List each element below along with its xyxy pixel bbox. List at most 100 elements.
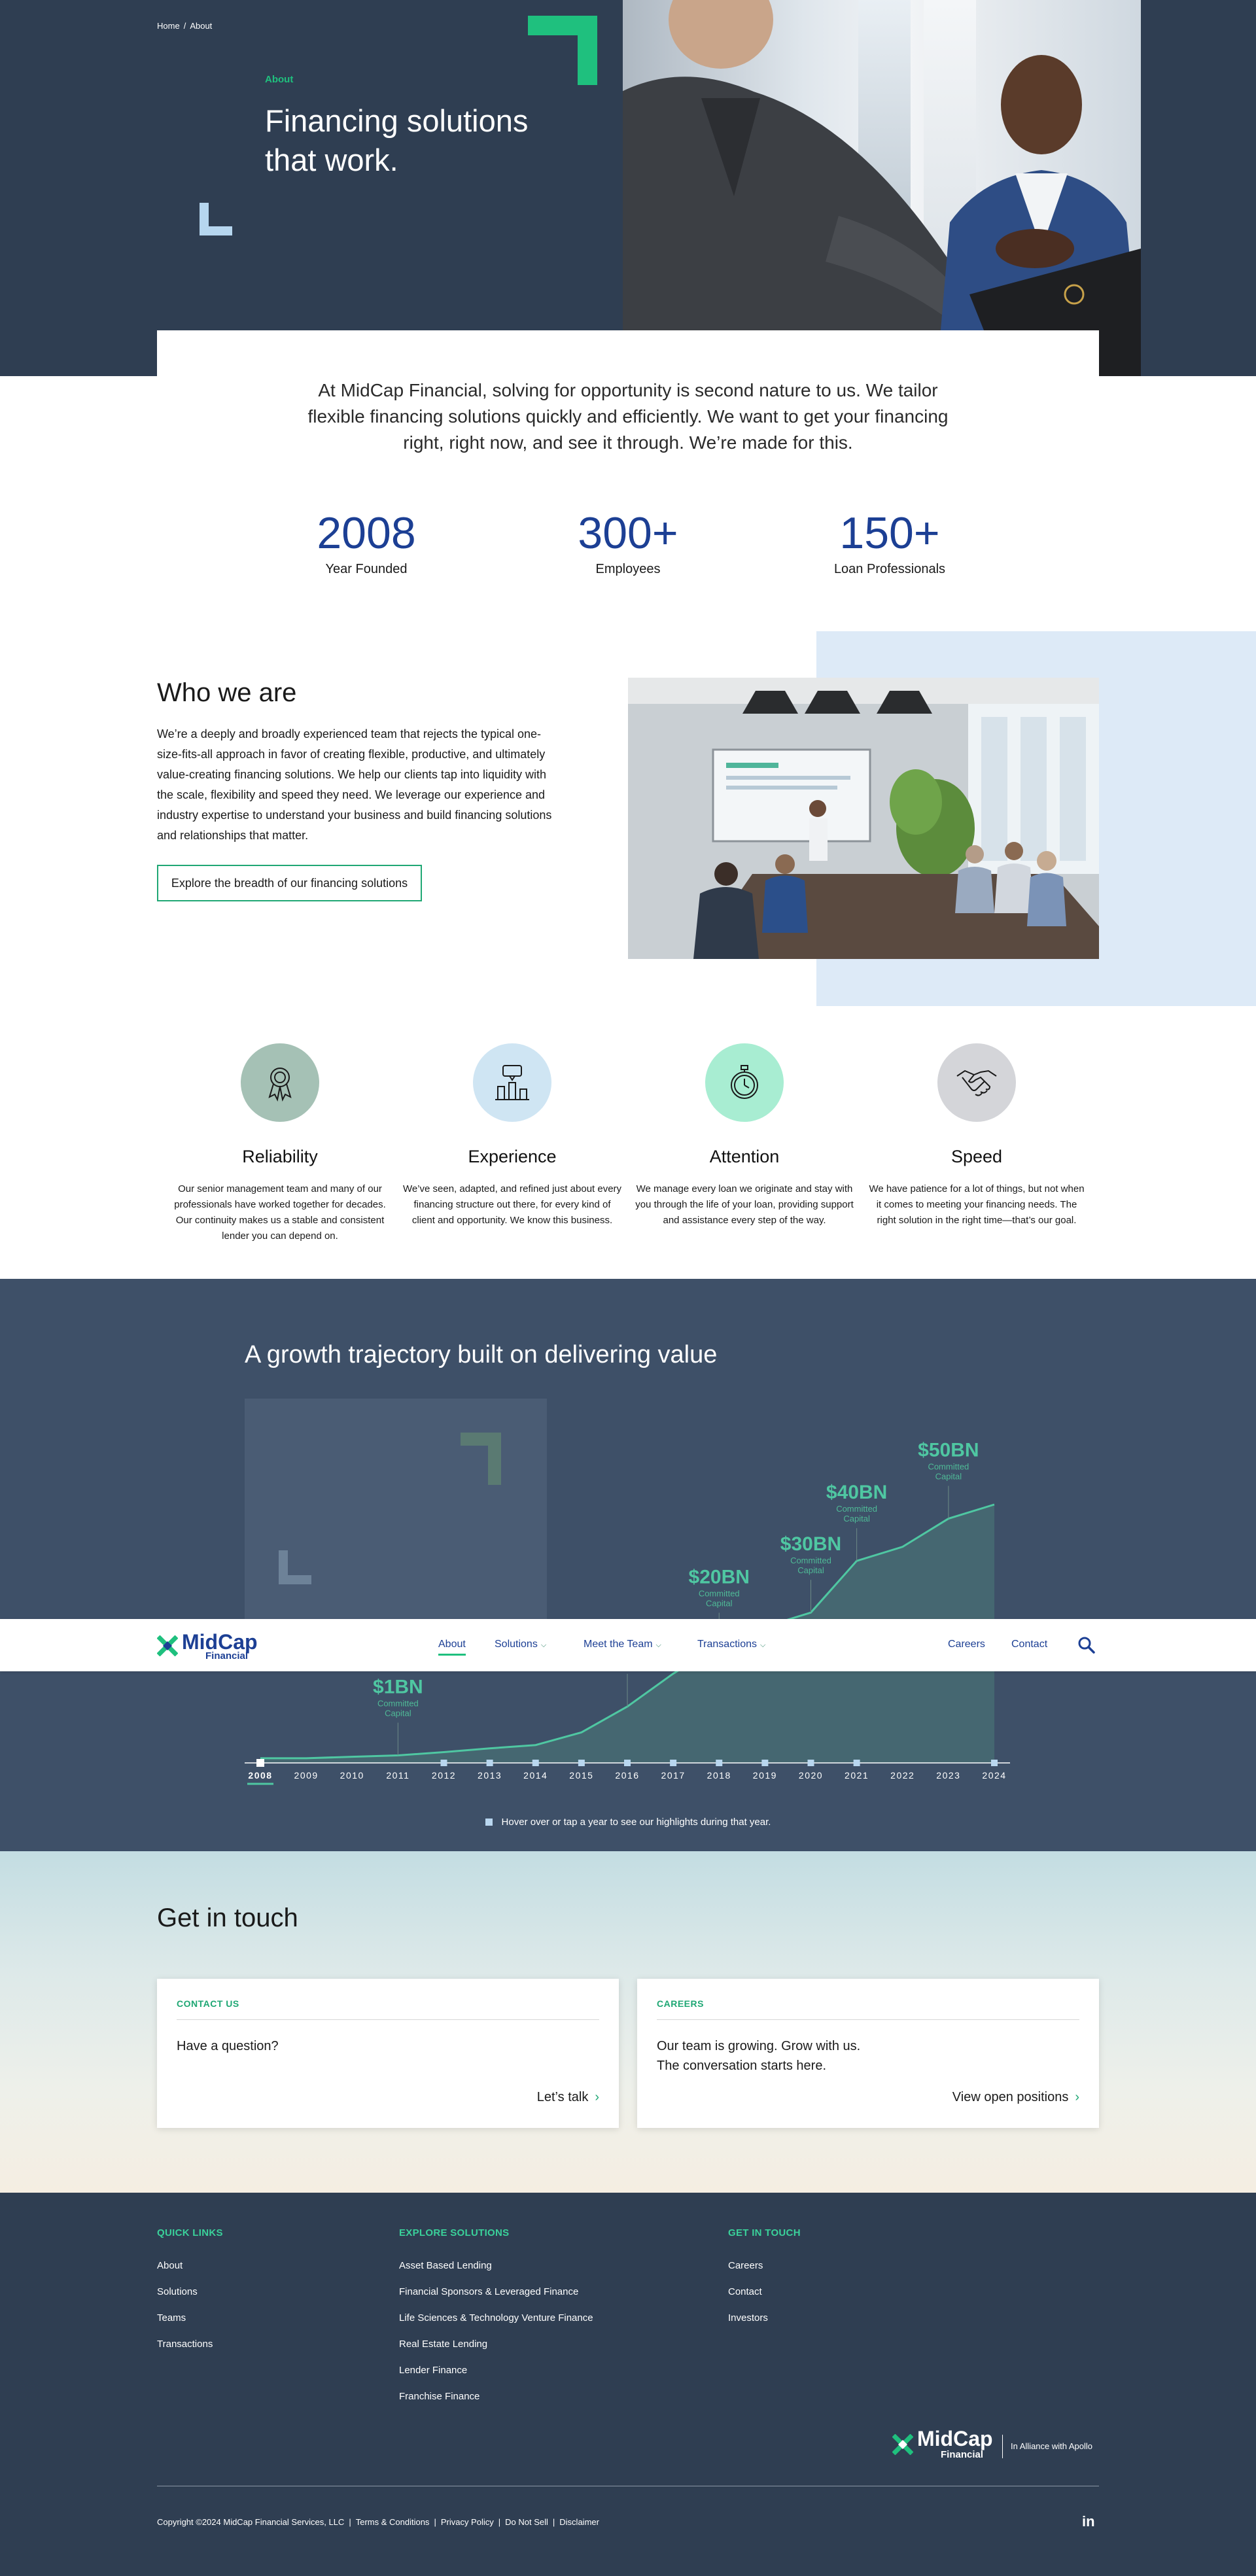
nav-item-contact[interactable]: Contact <box>1011 1639 1047 1650</box>
intro-paragraph: At MidCap Financial, solving for opportu… <box>307 380 949 453</box>
hero-photo-meeting <box>623 0 1141 376</box>
footer-link-franchise-finance[interactable]: Franchise Finance <box>399 2384 593 2410</box>
who-we-are-title: Who we are <box>157 678 297 707</box>
explore-solutions-button[interactable]: Explore the breadth of our financing sol… <box>157 865 422 901</box>
footer-link-lender-finance[interactable]: Lender Finance <box>399 2358 593 2384</box>
hero-section: Home / About About Financing solutions tha… <box>0 0 1256 376</box>
lets-talk-link[interactable]: Let’s talk › <box>537 2090 599 2105</box>
main-navigation: MidCap Financial About Solutions ⌵ Meet th… <box>0 1619 1256 1671</box>
footer-logo-name: MidCap <box>917 2427 993 2450</box>
handshake-icon <box>937 1043 1016 1122</box>
stat-value: 300+ <box>578 508 678 558</box>
nav-label: Transactions <box>697 1639 757 1650</box>
footer-heading: QUICK LINKS <box>157 2227 223 2238</box>
search-icon[interactable] <box>1077 1636 1096 1654</box>
footer-legal: Copyright ©2024 MidCap Financial Service… <box>157 2517 599 2527</box>
apollo-alliance-label: In Alliance with Apollo <box>1002 2435 1092 2458</box>
value-experience: Experience We’ve seen, adapted, and refi… <box>401 1043 623 1228</box>
chevron-down-icon: ⌵ <box>540 1641 547 1649</box>
footer-get-in-touch: GET IN TOUCH Careers Contact Investors <box>728 2227 801 2331</box>
breadcrumb-current: About <box>190 21 213 31</box>
view-open-positions-link[interactable]: View open positions › <box>952 2090 1079 2105</box>
stat-value: 2008 <box>317 508 416 558</box>
midcap-logo[interactable]: MidCap Financial <box>157 1629 258 1662</box>
footer-link-investors[interactable]: Investors <box>728 2305 801 2331</box>
privacy-link[interactable]: Privacy Policy <box>441 2517 494 2527</box>
breadcrumb-home[interactable]: Home <box>157 21 180 31</box>
footer-quick-links: QUICK LINKS About Solutions Teams Transa… <box>157 2227 223 2358</box>
growth-hint: Hover over or tap a year to see our high… <box>0 1817 1256 1828</box>
footer-heading: GET IN TOUCH <box>728 2227 801 2238</box>
footer-heading: EXPLORE SOLUTIONS <box>399 2227 510 2238</box>
contact-us-card: CONTACT US Have a question? Let’s talk › <box>157 1979 619 2128</box>
blue-corner-bracket-icon <box>200 203 232 235</box>
chevron-right-icon: › <box>1075 2090 1079 2104</box>
who-we-are-body: We’re a deeply and broadly experienced t… <box>157 727 552 842</box>
nav-label: Meet the Team <box>584 1639 653 1650</box>
nav-label: Solutions <box>495 1639 538 1650</box>
nav-item-transactions[interactable]: Transactions ⌵ <box>697 1639 765 1650</box>
value-description: We manage every loan we originate and st… <box>635 1183 854 1226</box>
nav-label: Contact <box>1011 1639 1048 1650</box>
hero-eyebrow: About <box>265 74 294 85</box>
nav-item-careers[interactable]: Careers <box>948 1639 985 1650</box>
stat-year-founded: 2008 Year Founded <box>268 507 464 577</box>
card-divider <box>177 2019 599 2020</box>
green-corner-bracket-icon <box>528 16 597 85</box>
disclaimer-link[interactable]: Disclaimer <box>559 2517 599 2527</box>
conference-room-illustration <box>628 678 1099 959</box>
chevron-right-icon: › <box>595 2090 599 2104</box>
footer-link-asset-based-lending[interactable]: Asset Based Lending <box>399 2253 593 2279</box>
value-attention: Attention We manage every loan we origin… <box>633 1043 856 1228</box>
conference-room-photo <box>628 678 1099 959</box>
linkedin-icon[interactable]: in <box>1082 2513 1095 2530</box>
footer-link-contact[interactable]: Contact <box>728 2279 801 2305</box>
nav-item-solutions[interactable]: Solutions ⌵ <box>495 1639 546 1650</box>
card-divider <box>657 2019 1079 2020</box>
footer-logo[interactable]: MidCap Financial <box>892 2428 993 2460</box>
chevron-down-icon: ⌵ <box>655 1641 661 1649</box>
breadcrumb-separator: / <box>183 21 186 31</box>
card-eyebrow: CONTACT US <box>177 1998 239 2009</box>
copyright: Copyright ©2024 MidCap Financial Service… <box>157 2517 345 2527</box>
card-text-line: Our team is growing. Grow with us. <box>657 2039 861 2053</box>
stat-label: Employees <box>595 562 661 576</box>
nav-item-meet-the-team[interactable]: Meet the Team ⌵ <box>584 1639 661 1650</box>
value-reliability: Reliability Our senior management team a… <box>169 1043 391 1244</box>
stat-loan-professionals: 150+ Loan Professionals <box>792 507 988 577</box>
value-title: Speed <box>951 1147 1003 1166</box>
footer-link-about[interactable]: About <box>157 2253 223 2279</box>
nav-item-about[interactable]: About <box>438 1639 466 1656</box>
growth-hint-text: Hover over or tap a year to see our high… <box>501 1817 771 1828</box>
card-link-label: View open positions <box>952 2090 1069 2104</box>
footer-link-teams[interactable]: Teams <box>157 2305 223 2331</box>
growth-title: A growth trajectory built on delivering … <box>245 1341 718 1368</box>
footer-link-careers[interactable]: Careers <box>728 2253 801 2279</box>
award-ribbon-icon <box>241 1043 319 1122</box>
value-speed: Speed We have patience for a lot of thin… <box>865 1043 1088 1228</box>
stopwatch-icon <box>705 1043 784 1122</box>
stat-label: Loan Professionals <box>833 562 946 576</box>
card-text: Our team is growing. Grow with us. The co… <box>657 2036 860 2076</box>
do-not-sell-link[interactable]: Do Not Sell <box>505 2517 548 2527</box>
footer-logo-sub: Financial <box>941 2449 984 2460</box>
chevron-down-icon: ⌵ <box>760 1641 766 1649</box>
value-title: Reliability <box>242 1147 318 1166</box>
value-description: Our senior management team and many of o… <box>174 1183 386 1242</box>
footer-explore-solutions: EXPLORE SOLUTIONS Asset Based Lending Fi… <box>399 2227 593 2410</box>
card-link-label: Let’s talk <box>536 2090 589 2104</box>
careers-card: CAREERS Our team is growing. Grow with u… <box>637 1979 1099 2128</box>
footer-link-solutions[interactable]: Solutions <box>157 2279 223 2305</box>
stat-label: Year Founded <box>325 562 408 576</box>
footer-link-sponsors-leveraged[interactable]: Financial Sponsors & Leveraged Finance <box>399 2279 593 2305</box>
breadcrumb: Home / About <box>157 21 216 31</box>
page-title: Financing solutions that work. <box>265 103 529 177</box>
midcap-logo-mark-icon <box>157 1635 178 1656</box>
growth-highlight-panel <box>245 1399 547 1621</box>
legend-square-icon <box>485 1819 493 1826</box>
card-text: Have a question? <box>177 2039 279 2053</box>
footer-link-life-sciences[interactable]: Life Sciences & Technology Venture Finan… <box>399 2305 593 2331</box>
footer-link-transactions[interactable]: Transactions <box>157 2331 223 2358</box>
footer-link-real-estate[interactable]: Real Estate Lending <box>399 2331 593 2358</box>
terms-link[interactable]: Terms & Conditions <box>356 2517 430 2527</box>
